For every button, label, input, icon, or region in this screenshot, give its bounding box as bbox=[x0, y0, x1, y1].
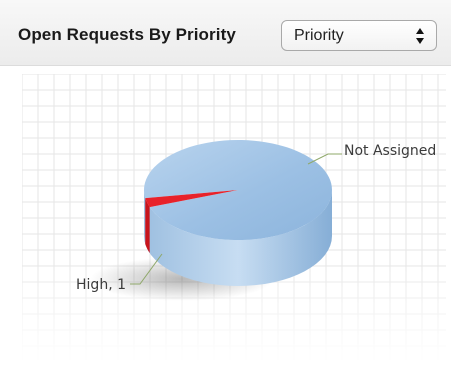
priority-select[interactable]: Priority bbox=[281, 20, 437, 51]
not-assigned-label: Not Assigned bbox=[344, 143, 436, 159]
priority-select-value: Priority bbox=[294, 27, 344, 44]
pie-side-high bbox=[145, 198, 150, 254]
widget-title: Open Requests By Priority bbox=[18, 25, 236, 44]
high-label: High, 1 bbox=[76, 277, 126, 293]
open-requests-widget: Open Requests By Priority Priority Not A… bbox=[0, 0, 451, 389]
widget-header: Open Requests By Priority Priority bbox=[0, 0, 451, 66]
pie-slice-not-assigned[interactable] bbox=[144, 140, 332, 241]
select-arrows-icon bbox=[416, 28, 424, 44]
pie-group bbox=[144, 140, 332, 286]
pie-chart: Not Assigned High, 1 bbox=[22, 74, 446, 362]
